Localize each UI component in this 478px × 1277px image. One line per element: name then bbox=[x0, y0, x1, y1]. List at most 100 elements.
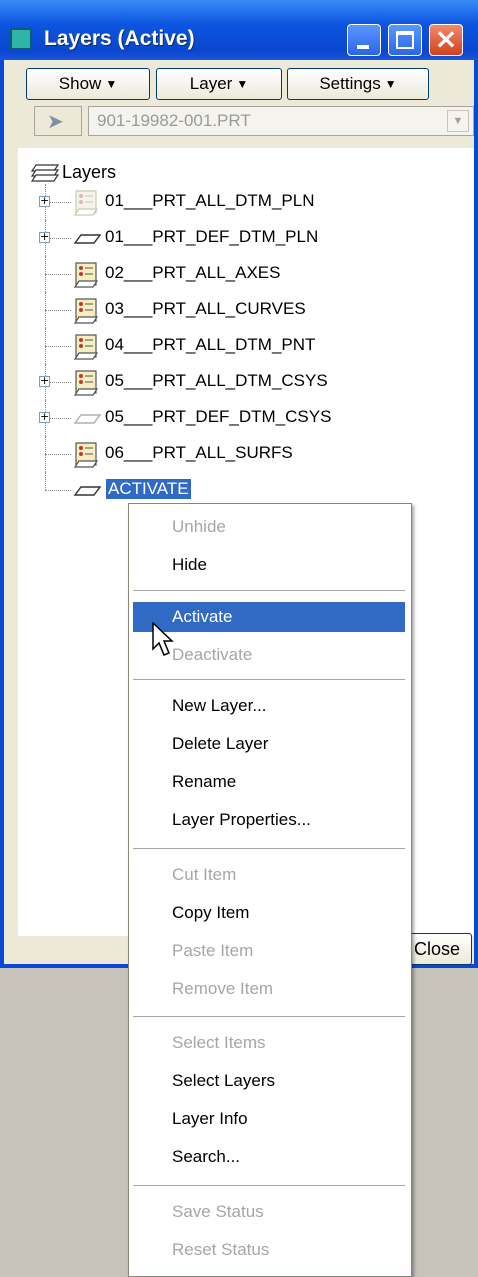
tree-row[interactable]: 03___PRT_ALL_CURVES bbox=[18, 292, 458, 328]
expand-icon[interactable]: + bbox=[39, 375, 50, 387]
menu-item-label: Hide bbox=[172, 555, 207, 574]
pointer-icon: ➤ bbox=[47, 111, 64, 133]
menu-item-unhide: Unhide bbox=[129, 512, 409, 542]
tree-row[interactable]: +05___PRT_DEF_DTM_CSYS bbox=[18, 400, 458, 436]
tree-connector bbox=[45, 274, 71, 275]
layer-label: 03___PRT_ALL_CURVES bbox=[105, 299, 306, 318]
layer-name-edit[interactable]: ACTIVATE bbox=[106, 479, 191, 499]
plane-icon bbox=[73, 414, 101, 424]
plane-icon bbox=[73, 486, 101, 496]
dropdown-arrow-icon: ▼ bbox=[236, 77, 249, 91]
tree-row[interactable]: 06___PRT_ALL_SURFS bbox=[18, 436, 458, 472]
menu-separator bbox=[133, 590, 405, 591]
model-name: 901-19982-001.PRT bbox=[97, 111, 251, 130]
menu-separator bbox=[133, 679, 405, 680]
menu-item-cut-item: Cut Item bbox=[129, 860, 409, 890]
menu-item-remove-item: Remove Item bbox=[129, 974, 409, 1004]
chevron-down-icon[interactable]: ▼ bbox=[447, 110, 469, 132]
tree-connector bbox=[45, 310, 71, 311]
menu-item-layer-info[interactable]: Layer Info bbox=[129, 1104, 409, 1134]
layer-list-icon bbox=[73, 190, 99, 216]
menu-item-label: Delete Layer bbox=[172, 734, 269, 753]
menu-item-new-layer[interactable]: New Layer... bbox=[129, 691, 409, 721]
expand-icon[interactable]: + bbox=[39, 195, 50, 207]
menu-item-paste-item: Paste Item bbox=[129, 936, 409, 966]
menu-item-search[interactable]: Search... bbox=[129, 1142, 409, 1172]
window-title: Layers (Active) bbox=[44, 27, 195, 50]
menu-item-label: Paste Item bbox=[172, 941, 254, 960]
close-window-button[interactable]: × bbox=[429, 22, 463, 56]
minimize-icon bbox=[357, 45, 369, 49]
menu-item-label: Cut Item bbox=[172, 865, 237, 884]
menu-item-label: Remove Item bbox=[172, 979, 274, 998]
menu-item-layer-properties[interactable]: Layer Properties... bbox=[129, 805, 409, 835]
menu-item-select-layers[interactable]: Select Layers bbox=[129, 1066, 409, 1096]
layer-label: 01___PRT_DEF_DTM_PLN bbox=[105, 227, 319, 246]
menu-item-delete-layer[interactable]: Delete Layer bbox=[129, 729, 409, 759]
menu-item-label: Rename bbox=[172, 772, 237, 791]
layer-list-icon bbox=[73, 334, 99, 360]
menu-item-label: Copy Item bbox=[172, 903, 250, 922]
mouse-pointer-icon bbox=[152, 622, 174, 656]
maximize-button[interactable] bbox=[388, 24, 422, 56]
select-model-button[interactable]: ➤ bbox=[34, 106, 82, 136]
menu-item-save-status: Save Status bbox=[129, 1197, 409, 1227]
layer-label: 04___PRT_ALL_DTM_PNT bbox=[105, 335, 316, 354]
menu-item-label: Layer Properties... bbox=[172, 810, 311, 829]
tree-connector bbox=[45, 454, 71, 455]
layer-list-icon bbox=[73, 298, 99, 324]
tree-row[interactable]: +05___PRT_ALL_DTM_CSYS bbox=[18, 364, 458, 400]
expand-icon[interactable]: + bbox=[39, 411, 50, 423]
layer-label: 05___PRT_ALL_DTM_CSYS bbox=[105, 371, 328, 390]
layer-list-icon bbox=[73, 370, 99, 396]
show-label: Show bbox=[58, 74, 102, 93]
tree-row[interactable]: 04___PRT_ALL_DTM_PNT bbox=[18, 328, 458, 364]
tree-connector bbox=[45, 346, 71, 347]
menu-item-label: Layer Info bbox=[172, 1109, 248, 1128]
tree-connector bbox=[45, 472, 46, 490]
menu-item-label: Select Layers bbox=[172, 1071, 275, 1090]
dropdown-arrow-icon: ▼ bbox=[105, 77, 118, 91]
context-menu: Unhide Hide Activate Deactivate New Layer...… bbox=[128, 503, 412, 1277]
plane-icon bbox=[73, 234, 101, 244]
menu-separator bbox=[133, 1185, 405, 1186]
app-icon bbox=[10, 28, 32, 50]
menu-item-label: Deactivate bbox=[172, 645, 253, 664]
tree-row[interactable]: +01___PRT_ALL_DTM_PLN bbox=[18, 184, 458, 220]
layer-label: 05___PRT_DEF_DTM_CSYS bbox=[105, 407, 332, 426]
menu-item-label: Search... bbox=[172, 1147, 241, 1166]
menu-item-label: Select Items bbox=[172, 1033, 266, 1052]
layer-menu-button[interactable]: Layer ▼ bbox=[156, 68, 282, 100]
expand-icon[interactable]: + bbox=[39, 231, 50, 243]
menu-item-copy-item[interactable]: Copy Item bbox=[129, 898, 409, 928]
layer-list-icon bbox=[73, 262, 99, 288]
tree-connector bbox=[45, 490, 71, 491]
menu-item-reset-status: Reset Status bbox=[129, 1235, 409, 1265]
model-combobox[interactable]: 901-19982-001.PRT ▼ bbox=[88, 106, 474, 136]
tree-row[interactable]: +01___PRT_DEF_DTM_PLN bbox=[18, 220, 458, 256]
menu-item-label: New Layer... bbox=[172, 696, 267, 715]
minimize-button[interactable] bbox=[347, 24, 381, 56]
dropdown-arrow-icon: ▼ bbox=[384, 77, 397, 91]
layer-label: 02___PRT_ALL_AXES bbox=[105, 263, 281, 282]
menu-item-hide[interactable]: Hide bbox=[129, 550, 409, 580]
settings-menu-button[interactable]: Settings ▼ bbox=[287, 68, 429, 100]
title-bar[interactable]: Layers (Active) × bbox=[0, 0, 478, 60]
show-menu-button[interactable]: Show ▼ bbox=[26, 68, 150, 100]
layers-stack-icon bbox=[30, 164, 60, 182]
menu-item-label: Activate bbox=[172, 607, 233, 626]
settings-label: Settings bbox=[319, 74, 381, 93]
maximize-icon bbox=[396, 31, 414, 49]
menu-item-select-items: Select Items bbox=[129, 1028, 409, 1058]
tree-root-label: Layers bbox=[62, 162, 117, 182]
close-button[interactable]: Close bbox=[402, 933, 472, 965]
menu-item-label: Save Status bbox=[172, 1202, 264, 1221]
layer-list-icon bbox=[73, 442, 99, 468]
menu-item-label: Unhide bbox=[172, 517, 226, 536]
menu-item-rename[interactable]: Rename bbox=[129, 767, 409, 797]
tree-row[interactable]: 02___PRT_ALL_AXES bbox=[18, 256, 458, 292]
layer-label: 01___PRT_ALL_DTM_PLN bbox=[105, 191, 315, 210]
close-icon: × bbox=[434, 22, 458, 55]
menu-separator bbox=[133, 1016, 405, 1017]
layer-label: 06___PRT_ALL_SURFS bbox=[105, 443, 293, 462]
